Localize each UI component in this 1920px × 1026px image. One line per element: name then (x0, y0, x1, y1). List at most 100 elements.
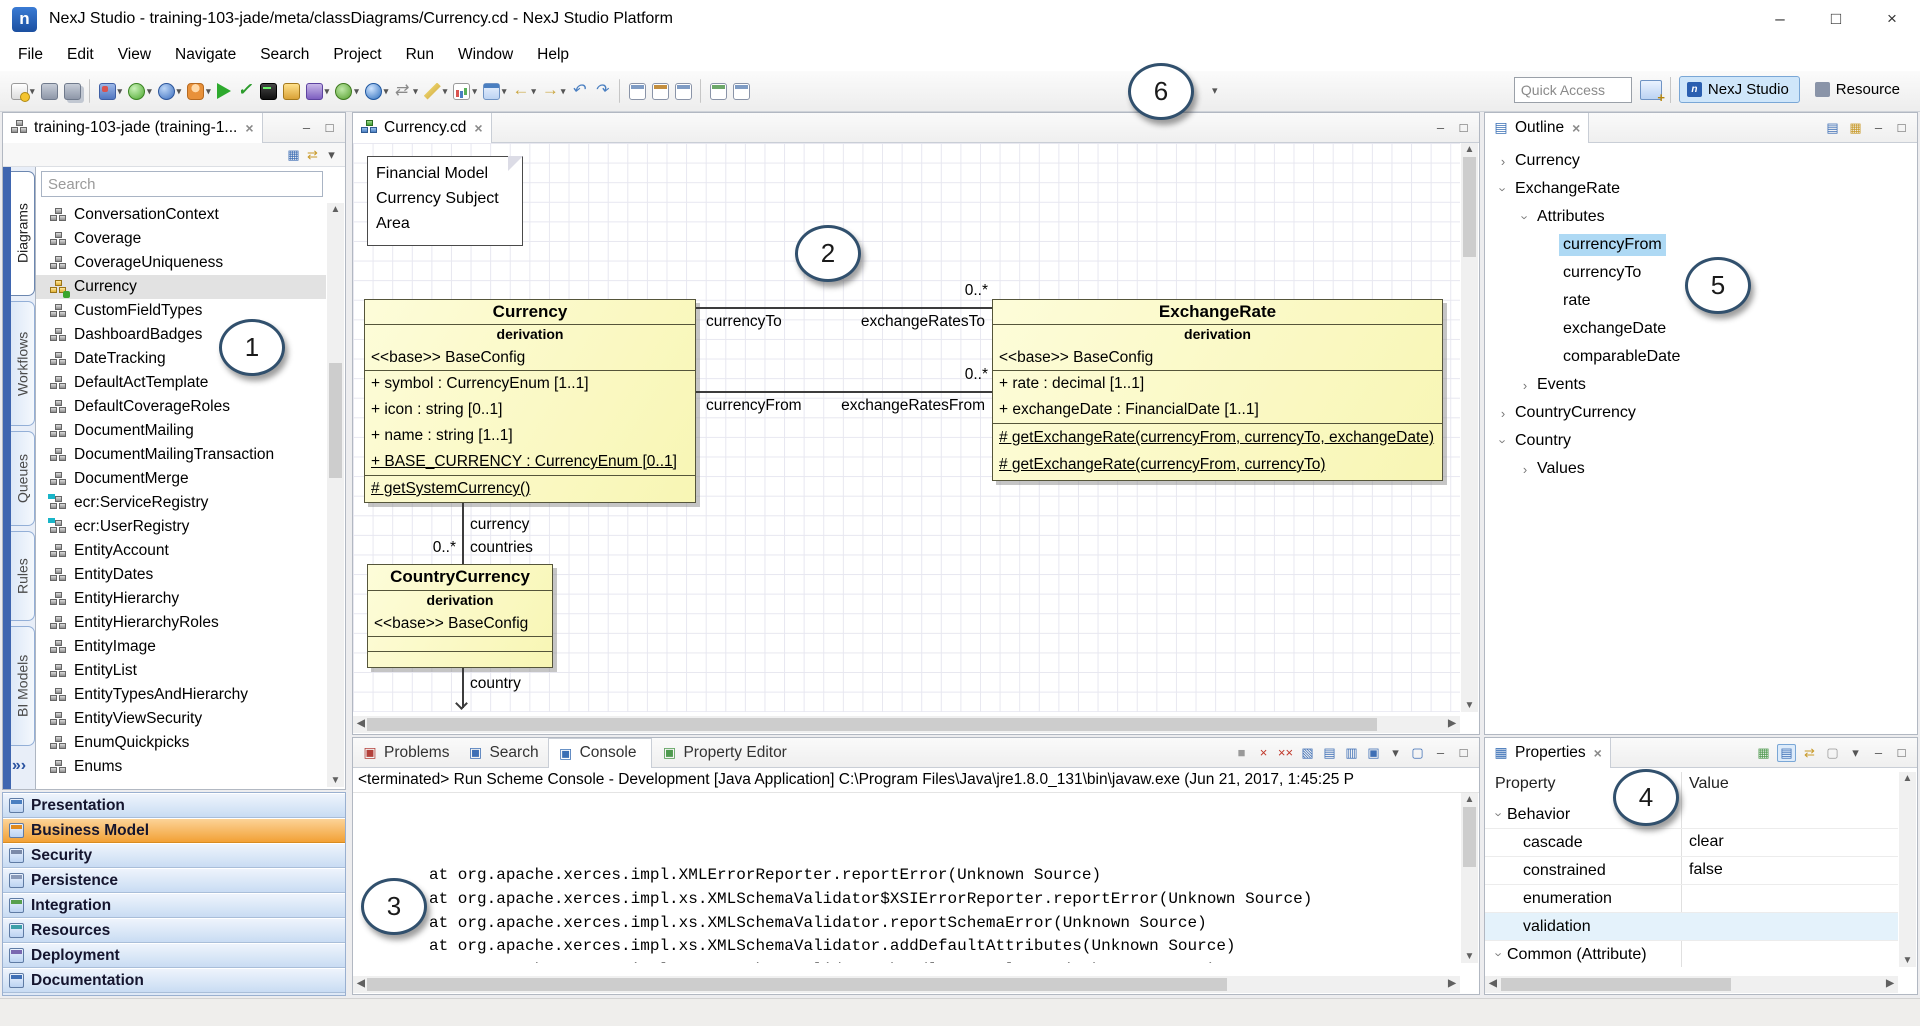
outline-tree-item[interactable]: currencyFrom (1485, 231, 1781, 259)
maximize-window-button[interactable]: □ (1808, 1, 1864, 37)
layer-button[interactable]: Business Model (3, 818, 345, 843)
outline-tree-item[interactable]: CountryCurrency (1485, 399, 1917, 427)
navigator-tree-item[interactable]: EntityViewSecurity (36, 707, 326, 731)
menu-item[interactable]: Project (321, 41, 393, 69)
toolbar-icon[interactable] (257, 81, 280, 102)
console-area-tab[interactable]: ▣ Console (548, 738, 653, 768)
toolbar-icon[interactable] (591, 81, 614, 102)
navigator-search-input[interactable] (41, 171, 323, 197)
chevron-icon[interactable] (1495, 434, 1511, 449)
editor-tab-currency-cd[interactable]: Currency.cd (353, 113, 492, 143)
property-row[interactable]: cascade clear (1485, 829, 1898, 857)
diagram-canvas[interactable]: Financial Model Currency Subject Area Cu… (353, 143, 1460, 712)
maximize-view-icon[interactable]: □ (1454, 119, 1473, 137)
role-label[interactable]: countries (470, 539, 533, 557)
outline-toolbar-icon[interactable]: ▤ (1823, 119, 1842, 137)
toolbar-icon[interactable]: ▾ (509, 81, 539, 102)
close-icon[interactable] (245, 120, 253, 136)
console-horizontal-scrollbar[interactable]: ◀▶ (353, 976, 1460, 993)
outline-toolbar-icon[interactable]: ▦ (1846, 119, 1865, 137)
outline-tab[interactable]: ▤ Outline (1485, 113, 1589, 143)
navigator-tree-item[interactable]: EntityHierarchy (36, 587, 326, 611)
console-toolbar-icon[interactable]: ■ (1232, 744, 1251, 762)
navigator-tree-item[interactable]: ConversationContext (36, 203, 326, 227)
navigator-tree-item[interactable]: EntityTypesAndHierarchy (36, 683, 326, 707)
toolbar-icon[interactable]: ▾ (8, 81, 38, 102)
chevron-icon[interactable] (1492, 807, 1507, 823)
navigator-tree-item[interactable]: CustomFieldTypes (36, 299, 326, 323)
console-toolbar-icon[interactable]: ▾ (1386, 744, 1405, 762)
toolbar-icon[interactable] (280, 81, 303, 102)
outline-tree-item[interactable]: Values (1485, 455, 1781, 483)
maximize-view-icon[interactable]: □ (320, 119, 339, 137)
outline-toolbar-icon[interactable]: – (1869, 119, 1888, 137)
console-toolbar-icon[interactable]: ×× (1276, 744, 1295, 762)
minimize-window-button[interactable]: – (1752, 1, 1808, 37)
properties-toolbar-icon[interactable]: ⇄ (1800, 744, 1819, 762)
navigator-tree-item[interactable]: Enums (36, 755, 326, 779)
role-label[interactable]: currencyFrom (706, 397, 802, 415)
association-line-rates-from[interactable] (696, 391, 992, 393)
menu-item[interactable]: File (6, 41, 55, 69)
menu-item[interactable]: Edit (55, 41, 106, 69)
navigator-tree-item[interactable]: ecr:ServiceRegistry (36, 491, 326, 515)
navigator-tree-item[interactable]: CoverageUniqueness (36, 251, 326, 275)
toolbar-icon[interactable] (214, 81, 234, 101)
chevron-icon[interactable] (1495, 182, 1511, 197)
console-toolbar-icon[interactable]: ▧ (1298, 744, 1317, 762)
toolbar-icon[interactable] (649, 81, 672, 102)
toolbar-icon[interactable] (61, 81, 84, 102)
menu-item[interactable]: Window (446, 41, 525, 69)
outline-tree-item[interactable]: exchangeDate (1485, 315, 1781, 343)
side-tab[interactable]: Rules (11, 531, 35, 621)
toolbar-icon[interactable]: ▾ (391, 81, 421, 102)
navigator-tree-item[interactable]: DefaultActTemplate (36, 371, 326, 395)
toolbar-icon[interactable]: ▾ (155, 81, 185, 102)
toolbar-icon[interactable]: ▾ (421, 81, 451, 102)
navigator-tree-item[interactable]: EnumQuickpicks (36, 731, 326, 755)
toolbar-icon[interactable]: ▾ (362, 81, 392, 102)
menu-item[interactable]: Search (248, 41, 321, 69)
toolbar-icon[interactable] (38, 81, 61, 102)
navigator-tree-item[interactable]: EntityHierarchyRoles (36, 611, 326, 635)
navigator-toolbar-icon[interactable]: ⇄ (303, 146, 322, 164)
side-tab[interactable]: Workflows (11, 301, 35, 426)
navigator-tree-item[interactable]: DocumentMailingTransaction (36, 443, 326, 467)
association-line-countries[interactable] (462, 503, 464, 564)
navigator-tree-item[interactable]: EntityImage (36, 635, 326, 659)
menu-item[interactable]: Help (525, 41, 581, 69)
menu-item[interactable]: View (106, 41, 163, 69)
uml-class-exchange-rate[interactable]: ExchangeRate derivation <<base>> BaseCon… (992, 299, 1443, 481)
navigator-tree-item[interactable]: ecr:UserRegistry (36, 515, 326, 539)
property-row[interactable]: Common (Attribute) (1485, 941, 1898, 967)
properties-toolbar-icon[interactable]: □ (1892, 744, 1911, 762)
console-toolbar-icon[interactable]: ▢ (1408, 744, 1427, 762)
toolbar-icon[interactable] (568, 81, 591, 102)
toolbar-icon[interactable] (707, 81, 730, 102)
toolbar-icon[interactable]: ▾ (480, 81, 510, 102)
toolbar-icon[interactable] (700, 79, 702, 103)
layer-button[interactable]: Deployment (3, 943, 345, 968)
toolbar-icon[interactable]: ▾ (184, 81, 214, 102)
role-label[interactable]: exchangeRatesFrom (821, 397, 985, 415)
multiplicity-label[interactable]: 0..* (913, 282, 988, 300)
console-toolbar-icon[interactable]: ▤ (1320, 744, 1339, 762)
editor-vertical-scrollbar[interactable]: ▲▼ (1461, 143, 1478, 712)
close-window-button[interactable]: × (1864, 1, 1920, 37)
layer-button[interactable]: Security (3, 843, 345, 868)
layer-button[interactable]: Documentation (3, 968, 345, 993)
navigator-tree-item[interactable]: DocumentMailing (36, 419, 326, 443)
toolbar-icon[interactable] (89, 79, 91, 103)
maximize-view-icon[interactable]: □ (1454, 744, 1473, 762)
association-line-rates-to[interactable] (696, 307, 992, 309)
side-tab[interactable]: BI Models (11, 626, 35, 746)
role-label[interactable]: exchangeRatesTo (838, 313, 985, 331)
navigator-toolbar-icon[interactable]: ▾ (322, 146, 341, 164)
role-label[interactable]: currency (470, 516, 529, 534)
multiplicity-label[interactable]: 0..* (408, 539, 456, 557)
property-row[interactable]: Behavior (1485, 801, 1898, 829)
menu-item[interactable]: Run (394, 41, 446, 69)
toolbar-icon[interactable] (672, 81, 695, 102)
outline-toolbar-icon[interactable]: □ (1892, 119, 1911, 137)
console-toolbar-icon[interactable]: × (1254, 744, 1273, 762)
